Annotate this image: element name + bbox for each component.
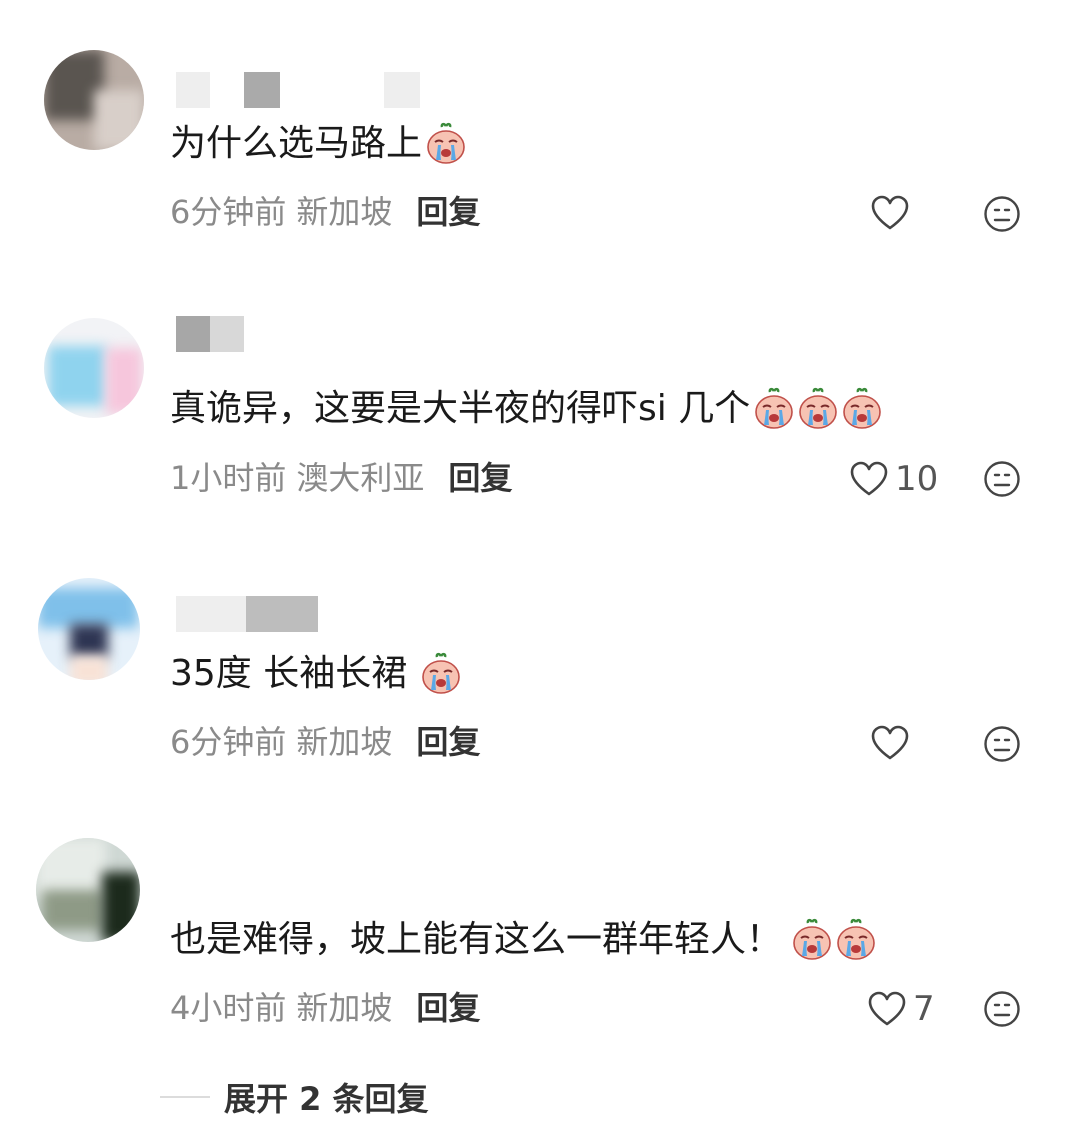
like-count: 7 bbox=[913, 989, 935, 1029]
reply-button[interactable]: 回复 bbox=[416, 988, 480, 1028]
avatar[interactable] bbox=[38, 578, 140, 680]
comment-location: 澳大利亚 bbox=[296, 459, 425, 497]
avatar[interactable] bbox=[36, 838, 140, 942]
username-redacted[interactable] bbox=[176, 70, 420, 110]
comment-time: 6分钟前 bbox=[170, 723, 287, 761]
like-button[interactable]: 10 bbox=[849, 459, 938, 499]
comment-meta: 4小时前 新加坡 回复 bbox=[170, 988, 480, 1028]
reply-button[interactable]: 回复 bbox=[416, 192, 480, 232]
comment-meta: 6分钟前 新加坡 回复 bbox=[170, 192, 480, 232]
divider-line bbox=[160, 1096, 210, 1098]
neutral-face-icon[interactable] bbox=[983, 460, 1021, 498]
comment-text: 真诡异，这要是大半夜的得吓si 几个 bbox=[170, 385, 884, 433]
comment-text: 也是难得，坡上能有这么一群年轻人！ bbox=[170, 916, 878, 964]
username-redacted[interactable] bbox=[176, 594, 318, 634]
comment-time: 4小时前 bbox=[170, 989, 287, 1027]
crying-face-emoji-icon bbox=[419, 652, 463, 696]
comment-time: 1小时前 bbox=[170, 459, 287, 497]
expand-replies-button[interactable]: 展开 2 条回复 bbox=[160, 1074, 429, 1120]
crying-face-emoji-icon bbox=[840, 387, 884, 431]
neutral-face-icon[interactable] bbox=[983, 990, 1021, 1028]
expand-replies-label: 展开 2 条回复 bbox=[224, 1080, 429, 1118]
comment-location: 新加坡 bbox=[296, 989, 393, 1027]
crying-face-emoji-icon bbox=[790, 918, 834, 962]
emoji-row bbox=[419, 652, 463, 696]
heart-outline-icon bbox=[870, 194, 910, 232]
heart-outline-icon bbox=[867, 990, 907, 1028]
comment-meta: 6分钟前 新加坡 回复 bbox=[170, 722, 480, 762]
username-redacted[interactable] bbox=[176, 314, 244, 354]
neutral-face-icon[interactable] bbox=[983, 725, 1021, 763]
crying-face-emoji-icon bbox=[834, 918, 878, 962]
like-button[interactable]: 7 bbox=[867, 989, 935, 1029]
comment-item: 为什么选马路上 6分钟前 新加坡 回复 bbox=[0, 0, 1080, 260]
comment-meta: 1小时前 澳大利亚 回复 bbox=[170, 458, 512, 498]
crying-face-emoji-icon bbox=[796, 387, 840, 431]
heart-outline-icon bbox=[870, 724, 910, 762]
emoji-row bbox=[424, 122, 468, 166]
comment-text: 35度 长袖长裙 bbox=[170, 650, 463, 698]
comment-location: 新加坡 bbox=[296, 193, 393, 231]
crying-face-emoji-icon bbox=[424, 122, 468, 166]
crying-face-emoji-icon bbox=[752, 387, 796, 431]
comment-time: 6分钟前 bbox=[170, 193, 287, 231]
like-count: 10 bbox=[895, 459, 939, 499]
neutral-face-icon[interactable] bbox=[983, 195, 1021, 233]
emoji-row bbox=[790, 918, 878, 962]
reply-button[interactable]: 回复 bbox=[416, 722, 480, 762]
avatar[interactable] bbox=[44, 318, 144, 418]
heart-outline-icon bbox=[849, 460, 889, 498]
emoji-row bbox=[752, 387, 884, 431]
like-button[interactable] bbox=[870, 194, 916, 232]
avatar[interactable] bbox=[44, 50, 144, 150]
reply-button[interactable]: 回复 bbox=[448, 458, 512, 498]
comment-location: 新加坡 bbox=[296, 723, 393, 761]
like-button[interactable] bbox=[870, 724, 916, 762]
comment-text: 为什么选马路上 bbox=[170, 120, 468, 168]
